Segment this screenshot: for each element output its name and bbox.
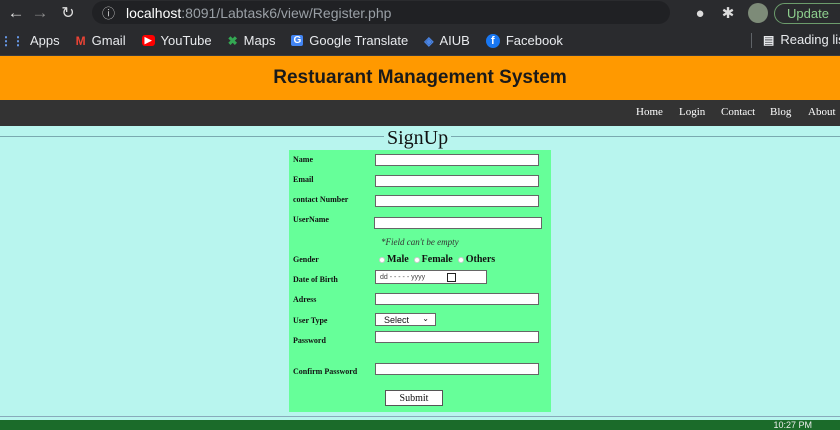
dob-placeholder: dd - - - - - yyyy [380,273,426,281]
address-input[interactable] [375,293,539,305]
nav-about[interactable]: About [808,106,836,118]
password-input[interactable] [375,331,539,343]
nav-login[interactable]: Login [679,106,705,118]
translate-icon: G [291,35,304,46]
radio-icon[interactable] [457,256,464,263]
bookmark-label: Gmail [91,33,126,48]
page-divider [0,416,840,417]
radio-icon[interactable] [413,256,420,263]
name-input[interactable] [375,154,539,166]
dob-label: Date of Birth [293,275,338,284]
site-info-icon[interactable]: ⓘ [102,3,122,22]
bookmark-label: Google Translate [309,33,409,48]
back-icon[interactable]: ← [4,3,28,23]
reload-icon[interactable]: ↻ [56,3,80,23]
toolbar-right: ● ✱ Update [686,0,840,26]
bookmark-google-translate[interactable]: G Google Translate [291,33,408,48]
calendar-icon[interactable] [447,273,456,282]
reading-list[interactable]: ▤ Reading lis [763,32,840,47]
facebook-icon: f [485,33,500,48]
bookmarks-divider [751,33,752,48]
site-title: Restuarant Management System [273,67,567,88]
address-bar[interactable]: ⓘ localhost:8091/Labtask6/view/Register.… [92,1,670,24]
nav-contact[interactable]: Contact [721,106,755,118]
url-text: localhost:8091/Labtask6/view/Register.ph… [126,5,391,21]
profile-avatar[interactable] [748,3,768,23]
required-note: *Field can't be empty [381,237,459,247]
dob-input[interactable]: dd - - - - - yyyy [375,270,487,284]
email-input[interactable] [375,175,539,187]
browser-toolbar: ← → ↻ ⓘ localhost:8091/Labtask6/view/Reg… [0,0,840,26]
confirm-password-label: Confirm Password [293,367,358,376]
apps-icon: ⋮⋮ [0,33,24,48]
username-label: UserName [293,215,329,224]
username-input[interactable] [374,217,542,229]
confirm-password-input[interactable] [375,363,539,375]
bookmark-gmail[interactable]: M Gmail [76,33,126,48]
reading-list-label: Reading lis [780,32,840,47]
url-path: :8091/Labtask6/view/Register.php [181,4,392,21]
gender-label: Gender [293,255,319,264]
user-type-select[interactable]: Select ⌄ [375,313,436,326]
extensions-icon[interactable]: ✱ [714,4,742,22]
password-label: Password [293,336,326,345]
bookmark-maps[interactable]: ✖ Maps [228,33,276,48]
nav-home[interactable]: Home [636,106,663,118]
radio-label: Others [465,254,496,265]
bookmark-label: Facebook [505,33,563,48]
maps-icon: ✖ [227,33,238,48]
site-nav: Home Login Contact Blog About [0,100,840,126]
bookmark-label: YouTube [160,33,212,48]
signup-form: Name Email contact Number UserName *Fiel… [289,150,551,412]
os-taskbar [0,420,840,430]
bookmark-facebook[interactable]: f Facebook [485,33,563,48]
gender-male[interactable]: Male [379,254,409,265]
contact-label: contact Number [293,195,349,204]
aiub-icon: ◈ [424,33,434,48]
radio-label: Male [387,254,409,265]
bookmark-aiub[interactable]: ◈ AIUB [424,33,470,48]
reading-list-icon: ▤ [763,32,775,47]
radio-icon[interactable] [379,256,385,263]
user-type-value: Select [384,314,410,325]
contact-input[interactable] [375,195,539,207]
bookmark-apps[interactable]: ⋮⋮ Apps [0,33,60,48]
site-banner: Restuarant Management System [0,56,840,100]
user-type-label: User Type [293,316,328,325]
youtube-icon: ▶ [141,35,155,46]
address-label: Adress [293,295,317,304]
clock: 10:27 PM [773,420,812,430]
form-legend: SignUp [384,127,452,150]
email-label: Email [293,175,314,184]
bookmark-label: Maps [243,33,276,48]
forward-icon[interactable]: → [28,3,52,23]
nav-blog[interactable]: Blog [770,106,791,118]
globe-icon[interactable]: ● [686,5,714,22]
bookmark-label: Apps [30,33,60,48]
bookmark-youtube[interactable]: ▶ YouTube [141,33,212,48]
name-label: Name [293,155,313,164]
submit-button[interactable]: Submit [385,390,443,406]
bookmark-label: AIUB [439,33,470,48]
bookmarks-bar: ⋮⋮ Apps M Gmail ▶ YouTube ✖ Maps G Google Tra… [0,26,840,56]
chevron-down-icon: ⌄ [422,314,429,323]
gmail-icon: M [75,33,86,48]
gender-radio-group: Male Female Others [379,254,500,265]
url-host: localhost [126,4,182,21]
update-button[interactable]: Update [774,2,840,24]
gender-female[interactable]: Female [413,254,453,265]
radio-label: Female [421,254,453,265]
gender-others[interactable]: Others [457,254,496,265]
